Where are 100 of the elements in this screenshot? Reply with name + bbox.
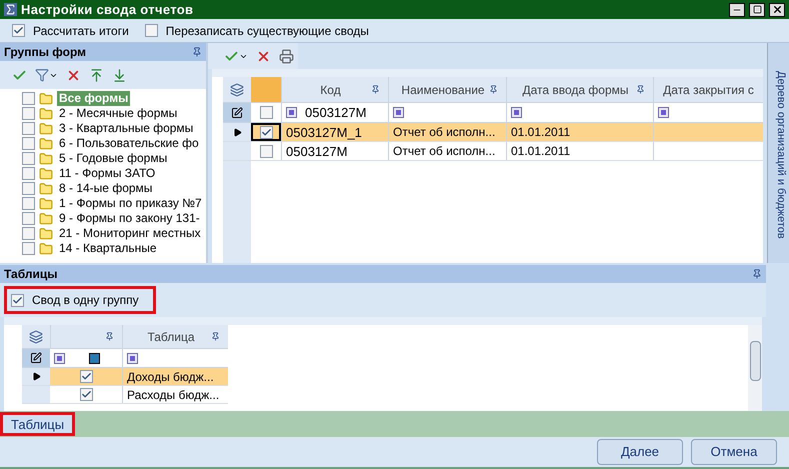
printer-icon[interactable] — [279, 48, 294, 64]
side-tab[interactable]: Дерево организаций и бюджетов — [767, 43, 789, 263]
column-header[interactable]: Дата ввода формы — [506, 77, 653, 102]
folder-icon — [39, 196, 53, 210]
checkbox[interactable] — [12, 24, 25, 37]
pin-icon[interactable] — [371, 85, 380, 94]
pin-icon[interactable] — [489, 85, 498, 94]
column-title: Код — [319, 82, 342, 98]
column-header[interactable]: Дата закрытия с — [653, 77, 763, 102]
tree-item-label: 8 - 14-ые формы — [58, 181, 154, 196]
name-cell: Отчет об исполн... — [388, 142, 506, 160]
grid-row[interactable]: 0503127М Отчет об исполн... 01.01.2011 — [223, 142, 763, 161]
tree-item[interactable]: 8 - 14-ые формы — [22, 181, 206, 196]
filter-row-icon — [223, 103, 251, 122]
tree-item[interactable]: 11 - Формы ЗАТО — [22, 166, 206, 181]
name-cell: Отчет об исполн... — [388, 123, 506, 141]
option-label: Рассчитать итоги — [33, 22, 129, 40]
column-title: Дата закрытия с — [662, 82, 755, 98]
row-header[interactable] — [22, 368, 50, 385]
pin-icon[interactable] — [192, 47, 202, 57]
table-name-cell: Расходы бюдж... — [122, 386, 228, 403]
tree-item-label: 1 - Формы по приказу №7 — [58, 196, 203, 211]
tree-item[interactable]: 14 - Квартальные — [22, 241, 206, 256]
pin-icon[interactable] — [211, 332, 220, 341]
tree-item-label: 5 - Годовые формы — [58, 151, 168, 166]
pin-icon[interactable] — [636, 85, 645, 94]
checkbox[interactable] — [11, 294, 24, 306]
filter-icon[interactable] — [35, 68, 58, 82]
folder-icon — [39, 92, 53, 106]
bottom-tab[interactable]: Таблицы — [0, 412, 76, 436]
date-cell: 01.01.2011 — [506, 142, 653, 160]
code-cell: 0503127М — [281, 142, 388, 160]
tree-item[interactable]: 21 - Мониторинг местных — [22, 226, 206, 241]
tree-item-label: Все формы — [57, 91, 130, 106]
checkbox[interactable] — [22, 152, 35, 165]
close-icon — [772, 4, 782, 15]
row-header[interactable] — [223, 123, 251, 141]
filter-row-icon — [22, 349, 50, 367]
group-option-checkbox[interactable]: Свод в одну группу — [4, 286, 156, 314]
column-title: Дата ввода формы — [521, 82, 630, 98]
column-header[interactable]: Код — [281, 77, 388, 102]
checkbox[interactable] — [144, 24, 158, 37]
column-header[interactable]: Наименование — [388, 77, 506, 102]
folder-icon — [39, 106, 53, 120]
filter-square-icon — [127, 352, 138, 364]
maximize-button[interactable] — [749, 2, 765, 16]
option-label: Свод в одну группу — [32, 292, 139, 309]
current-row-icon — [232, 128, 242, 136]
checkbox[interactable] — [260, 144, 272, 158]
close-button[interactable] — [769, 2, 785, 16]
table-name-cell: Доходы бюдж... — [122, 368, 228, 385]
column-title: Таблица — [146, 328, 196, 346]
tree-item-label: 21 - Мониторинг местных — [58, 226, 202, 241]
checkbox[interactable] — [22, 242, 35, 255]
minimize-button[interactable] — [729, 2, 745, 16]
checkbox[interactable] — [22, 227, 35, 240]
folder-icon — [39, 136, 53, 150]
grid-row[interactable]: Расходы бюдж... — [22, 386, 228, 404]
current-row-icon — [32, 372, 40, 381]
date-cell: 01.01.2011 — [506, 123, 653, 141]
window-title: Настройки свода отчетов — [21, 0, 194, 19]
checkbox[interactable] — [80, 388, 92, 401]
tree-item[interactable]: 5 - Годовые формы — [22, 151, 206, 166]
grid-row[interactable]: Доходы бюдж... — [22, 368, 228, 386]
option-checkbox[interactable]: Рассчитать итоги — [12, 22, 129, 40]
filter-cell[interactable]: 0503127М — [281, 103, 388, 122]
folder-icon — [39, 242, 53, 256]
filter-square-icon — [511, 107, 522, 118]
checkbox[interactable] — [260, 126, 272, 138]
checkbox[interactable] — [260, 106, 272, 119]
checkbox[interactable] — [22, 167, 35, 180]
arrow-up-icon[interactable] — [89, 68, 104, 82]
tree-item-label: 14 - Квартальные — [58, 241, 158, 256]
filter-square-icon — [658, 107, 669, 118]
checkbox[interactable] — [22, 107, 35, 120]
grid-row[interactable]: 0503127М_1 Отчет об исполн... 01.01.2011 — [223, 123, 763, 142]
pin-icon[interactable] — [105, 332, 114, 341]
panel-title: Группы форм — [4, 44, 86, 61]
scrollbar[interactable] — [748, 325, 762, 411]
tree-item[interactable]: 1 - Формы по приказу №7 — [22, 196, 206, 211]
dialog-button[interactable]: Далее — [597, 439, 683, 465]
folder-icon — [39, 226, 53, 240]
tree-item[interactable]: 9 - Формы по закону 131- — [22, 211, 206, 226]
folder-icon — [39, 152, 53, 166]
checkbox[interactable] — [80, 370, 92, 383]
checkbox[interactable] — [22, 92, 35, 105]
checkbox[interactable] — [22, 197, 35, 210]
tree-item[interactable]: 3 - Квартальные формы — [22, 121, 206, 136]
checkbox[interactable] — [22, 122, 35, 135]
checkbox[interactable] — [22, 212, 35, 225]
tree-item[interactable]: 6 - Пользовательские фо — [22, 136, 206, 151]
checkbox[interactable] — [22, 182, 35, 195]
pin-icon[interactable] — [752, 269, 762, 279]
folder-icon — [39, 212, 53, 226]
dialog-button[interactable]: Отмена — [691, 439, 777, 465]
checkbox[interactable] — [22, 137, 35, 150]
filter-square-icon — [54, 352, 65, 364]
tree-item[interactable]: 2 - Месячные формы — [22, 106, 206, 121]
tree-item-label: 11 - Формы ЗАТО — [58, 166, 156, 181]
arrow-down-icon[interactable] — [112, 68, 127, 82]
